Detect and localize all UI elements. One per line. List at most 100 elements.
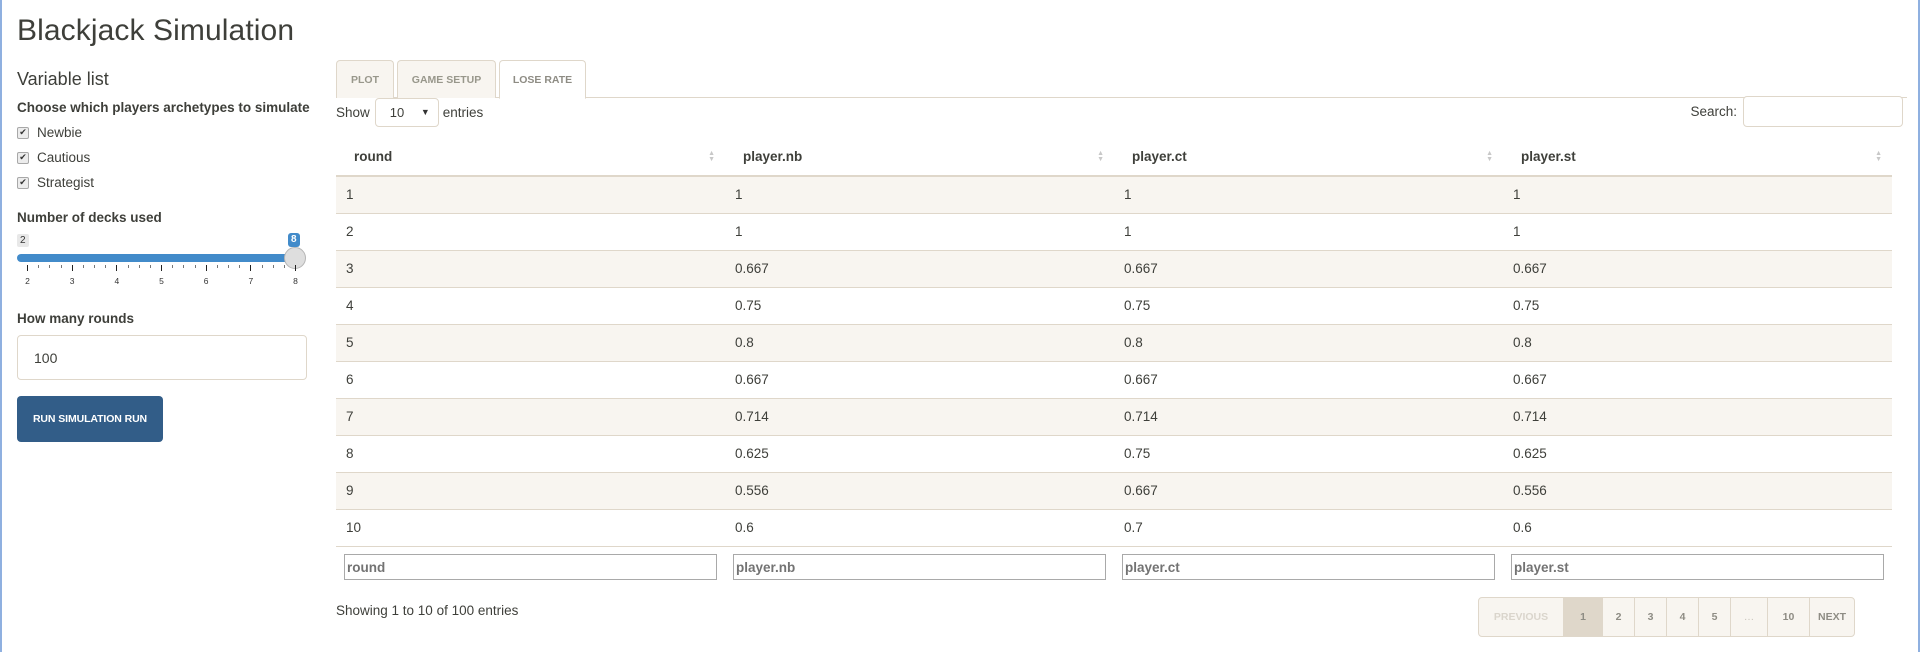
page-length-value: 10 (389, 104, 405, 120)
table-cell: 10 (336, 509, 725, 547)
column-header-round[interactable]: round ▲ ▼ (336, 138, 725, 177)
column-header-player-nb[interactable]: player.nb ▲ ▼ (725, 138, 1114, 177)
search-label: Search: (1690, 104, 1737, 119)
table-cell: 0.556 (725, 472, 1114, 510)
pagination-page-2[interactable]: 2 (1603, 598, 1635, 636)
table-row[interactable]: 2111 (336, 213, 1892, 251)
slider-minor-tick (82, 265, 84, 268)
slider-major-tick (161, 265, 162, 271)
sort-icon[interactable]: ▲ ▼ (1875, 150, 1882, 163)
table-row[interactable]: 1111 (336, 176, 1892, 214)
tab-game-setup[interactable]: GAME SETUP (397, 60, 496, 98)
pagination-previous: PREVIOUS (1479, 598, 1564, 636)
filter-input-player-st[interactable] (1511, 554, 1884, 581)
search-input[interactable] (1743, 96, 1903, 127)
checkbox-checked-icon[interactable]: ✔ (17, 176, 29, 189)
table-cell: 0.75 (1503, 287, 1892, 325)
filter-input-player-ct[interactable] (1122, 554, 1495, 581)
table-row[interactable]: 6 0.667 0.667 0.667 (336, 361, 1892, 399)
table-row[interactable]: 7 0.714 0.714 0.714 (336, 398, 1892, 436)
table-cell: 6 (336, 361, 725, 399)
checkbox-newbie[interactable]: ✔ Newbie (17, 125, 82, 140)
checkbox-strategist[interactable]: ✔ Strategist (17, 175, 94, 190)
slider-minor-tick (49, 265, 51, 268)
table-cell: 1 (336, 176, 725, 214)
page-length-select[interactable]: 10 ▼ (374, 97, 439, 127)
slider-major-tick (295, 265, 296, 271)
slider-minor-tick (216, 265, 218, 268)
table-cell: 0.8 (725, 324, 1114, 362)
table-row[interactable]: 5 0.8 0.8 0.8 (336, 324, 1892, 362)
pagination-page-1[interactable]: 1 (1564, 598, 1603, 636)
table-cell: 2 (336, 213, 725, 251)
table-cell: 0.8 (1114, 324, 1503, 362)
slider-tick-label: 4 (114, 276, 120, 286)
pagination-page-10[interactable]: 10 (1768, 598, 1810, 636)
decks-slider[interactable]: 2 8 2 3 4 5 6 7 8 (17, 233, 307, 294)
filter-input-player-nb[interactable] (733, 554, 1106, 581)
pagination-page-3[interactable]: 3 (1635, 598, 1667, 636)
sort-icon[interactable]: ▲ ▼ (1097, 150, 1104, 163)
pagination-next[interactable]: NEXT (1810, 598, 1854, 636)
table-cell: 0.667 (1114, 361, 1503, 399)
pagination-page-5[interactable]: 5 (1699, 598, 1731, 636)
checkbox-label: Cautious (37, 150, 91, 165)
slider-tick-label: 2 (25, 276, 30, 286)
table-cell: 1 (725, 176, 1114, 214)
table-cell: 0.7 (1114, 509, 1503, 547)
slider-minor-tick (283, 265, 285, 268)
table-cell: 5 (336, 324, 725, 362)
rounds-input[interactable] (17, 335, 307, 380)
app-title: Blackjack Simulation (17, 14, 295, 47)
tab-plot[interactable]: PLOT (336, 60, 394, 98)
checkbox-label: Newbie (37, 125, 83, 140)
slider-minor-tick (228, 265, 229, 268)
show-label: Show (336, 104, 370, 120)
checkbox-checked-icon[interactable]: ✔ (17, 151, 29, 164)
column-header-label: player.nb (743, 149, 803, 164)
filter-cell (1114, 546, 1503, 582)
filter-cell (725, 546, 1114, 582)
table-row[interactable]: 3 0.667 0.667 0.667 (336, 250, 1892, 288)
archetypes-label: Choose which players archetypes to simul… (17, 100, 310, 115)
filter-input-round[interactable] (344, 554, 717, 581)
slider-major-tick (205, 265, 207, 271)
table-cell: 0.714 (1114, 398, 1503, 436)
table-cell: 1 (1114, 213, 1503, 251)
table-row[interactable]: 10 0.6 0.7 0.6 (336, 509, 1892, 547)
run-simulation-button[interactable]: RUN SIMULATION RUN (17, 396, 163, 442)
table-cell: 0.75 (1114, 435, 1503, 473)
table-cell: 0.6 (1503, 509, 1892, 547)
table-cell: 0.6 (725, 509, 1114, 547)
slider-minor-tick (172, 265, 174, 268)
column-header-player-ct[interactable]: player.ct ▲ ▼ (1114, 138, 1503, 177)
slider-minor-tick (272, 265, 274, 268)
tab-lose-rate[interactable]: LOSE RATE (499, 60, 586, 99)
lose-rate-table: round ▲ ▼ player.nb ▲ ▼ player.ct ▲ ▼ playe… (336, 138, 1892, 582)
checkbox-cautious[interactable]: ✔ Cautious (17, 150, 90, 165)
table-cell: 0.625 (725, 435, 1114, 473)
tab-bar: PLOT GAME SETUP LOSE RATE (336, 60, 1907, 99)
slider-value-label: 8 (288, 233, 300, 247)
sort-icon[interactable]: ▲ ▼ (708, 150, 715, 163)
slider-minor-tick (38, 265, 40, 268)
table-cell: 0.667 (725, 250, 1114, 288)
table-row[interactable]: 9 0.556 0.667 0.556 (336, 472, 1892, 510)
slider-tick-label: 8 (293, 276, 298, 286)
slider-tick-label: 5 (159, 276, 164, 286)
checkbox-checked-icon[interactable]: ✔ (17, 126, 29, 139)
sort-icon[interactable]: ▲ ▼ (1486, 150, 1493, 163)
table-row[interactable]: 4 0.75 0.75 0.75 (336, 287, 1892, 325)
slider-major-tick (27, 265, 28, 271)
slider-track[interactable] (17, 254, 295, 262)
entries-label: entries (442, 104, 484, 120)
pagination-page-4[interactable]: 4 (1667, 598, 1699, 636)
slider-tick-label: 6 (203, 276, 209, 286)
table-row[interactable]: 8 0.625 0.75 0.625 (336, 435, 1892, 473)
table-header-row: round ▲ ▼ player.nb ▲ ▼ player.ct ▲ ▼ playe… (336, 138, 1892, 177)
filter-cell (336, 546, 725, 582)
decks-label: Number of decks used (17, 210, 162, 225)
pagination-ellipsis: … (1731, 598, 1768, 636)
column-header-label: player.ct (1132, 149, 1187, 164)
column-header-player-st[interactable]: player.st ▲ ▼ (1503, 138, 1892, 177)
